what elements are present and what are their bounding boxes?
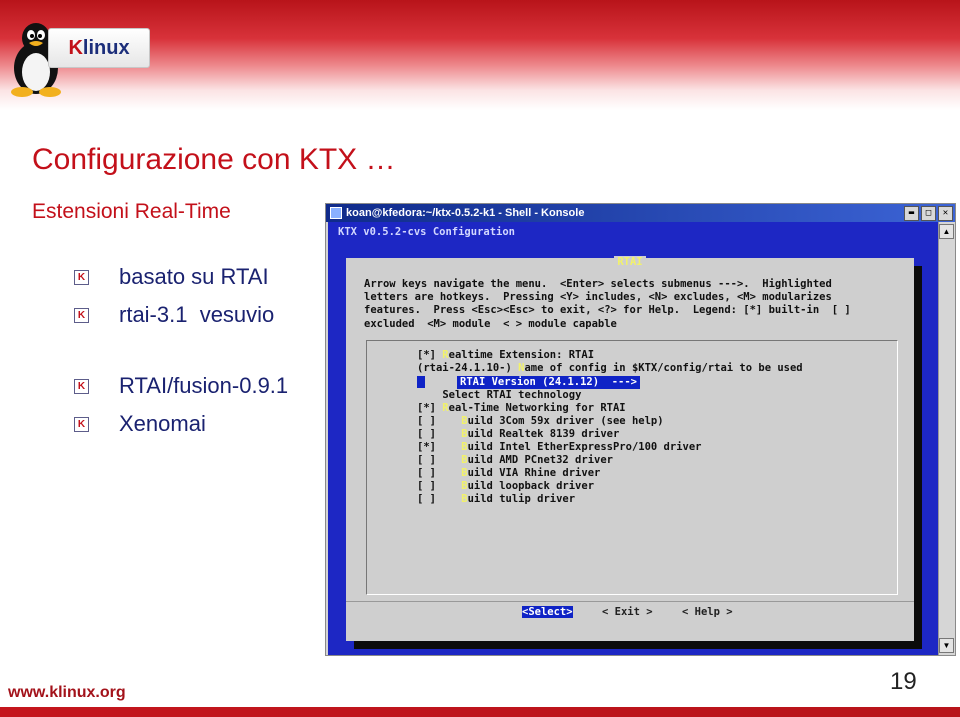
help-button[interactable]: < Help > bbox=[682, 606, 733, 618]
page-number: 19 bbox=[890, 668, 917, 695]
window-buttons: ▬ □ ✕ bbox=[904, 206, 953, 221]
selection-cursor bbox=[417, 376, 425, 388]
menu-item[interactable]: [ ] Build Realtek 8139 driver bbox=[417, 428, 619, 441]
footer-url: www.klinux.org bbox=[8, 684, 126, 701]
bullet-item: K RTAI/fusion-0.9.1 bbox=[74, 373, 288, 399]
rtai-dialog: RTAI Arrow keys navigate the menu. <Ente… bbox=[346, 256, 914, 641]
header-band: Klinux bbox=[0, 0, 960, 110]
menu-item[interactable]: [ ] Build tulip driver bbox=[417, 493, 575, 506]
terminal-area[interactable]: KTX v0.5.2-cvs Configuration RTAI Arrow … bbox=[328, 222, 939, 655]
menu-item[interactable]: [ ] Build loopback driver bbox=[417, 480, 594, 493]
konsole-app-icon bbox=[330, 207, 342, 219]
bullet-item: K Xenomai bbox=[74, 411, 206, 437]
menu-item[interactable]: [*] Build Intel EtherExpressPro/100 driv… bbox=[417, 441, 702, 454]
dialog-help-text: Arrow keys navigate the menu. <Enter> se… bbox=[364, 278, 851, 330]
bullet-text: RTAI/fusion-0.9.1 bbox=[119, 373, 289, 398]
k-bullet-icon: K bbox=[74, 378, 89, 394]
menu-item[interactable]: [*] Real-Time Networking for RTAI bbox=[417, 402, 626, 415]
k-bullet-icon: K bbox=[74, 307, 89, 323]
konsole-window-title: koan@kfedora:~/ktx-0.5.2-k1 - Shell - Ko… bbox=[346, 207, 585, 219]
scroll-down-icon[interactable]: ▼ bbox=[939, 638, 954, 653]
bullet-item: K rtai-3.1 vesuvio bbox=[74, 302, 274, 328]
bullet-text: basato su RTAI bbox=[119, 264, 269, 289]
maximize-button[interactable]: □ bbox=[921, 206, 936, 221]
konsole-titlebar[interactable]: koan@kfedora:~/ktx-0.5.2-k1 - Shell - Ko… bbox=[326, 204, 955, 222]
dialog-separator bbox=[346, 601, 914, 602]
menu-item[interactable]: (rtai-24.1.10-) Name of config in $KTX/c… bbox=[417, 362, 803, 375]
klinux-logo: Klinux bbox=[6, 18, 156, 98]
menu-item-selected[interactable]: RTAI Version (24.1.12) ---> bbox=[457, 376, 641, 389]
bullet-item: K basato su RTAI bbox=[74, 264, 269, 290]
logo-k: K bbox=[68, 36, 83, 59]
exit-button[interactable]: < Exit > bbox=[602, 606, 653, 618]
bullet-text: rtai-3.1 vesuvio bbox=[119, 302, 275, 327]
menu-item[interactable]: [ ] Build AMD PCnet32 driver bbox=[417, 454, 613, 467]
minimize-button[interactable]: ▬ bbox=[904, 206, 919, 221]
menu-item[interactable]: Select RTAI technology bbox=[417, 389, 581, 402]
menu-list-box: [*] Realtime Extension: RTAI (rtai-24.1.… bbox=[366, 340, 898, 595]
ktx-config-header: KTX v0.5.2-cvs Configuration bbox=[338, 226, 516, 238]
select-button[interactable]: <Select> bbox=[522, 606, 573, 618]
slide-title: Configurazione con KTX … bbox=[32, 143, 396, 176]
menu-item[interactable]: [ ] Build 3Com 59x driver (see help) bbox=[417, 415, 664, 428]
footer-rule bbox=[0, 707, 960, 717]
scroll-up-icon[interactable]: ▲ bbox=[939, 224, 954, 239]
close-button[interactable]: ✕ bbox=[938, 206, 953, 221]
menu-item[interactable]: [*] Realtime Extension: RTAI bbox=[417, 349, 594, 362]
logo-text: linux bbox=[82, 36, 130, 59]
logo-wordmark: Klinux bbox=[48, 28, 150, 68]
konsole-window: koan@kfedora:~/ktx-0.5.2-k1 - Shell - Ko… bbox=[325, 203, 956, 656]
menu-item[interactable]: [ ] Build VIA Rhine driver bbox=[417, 467, 600, 480]
k-bullet-icon: K bbox=[74, 269, 89, 285]
slide-subtitle: Estensioni Real-Time bbox=[32, 200, 231, 223]
k-bullet-icon: K bbox=[74, 416, 89, 432]
bullet-text: Xenomai bbox=[119, 411, 206, 436]
scrollbar[interactable]: ▲ ▼ bbox=[938, 222, 955, 655]
dialog-title: RTAI bbox=[346, 256, 914, 268]
